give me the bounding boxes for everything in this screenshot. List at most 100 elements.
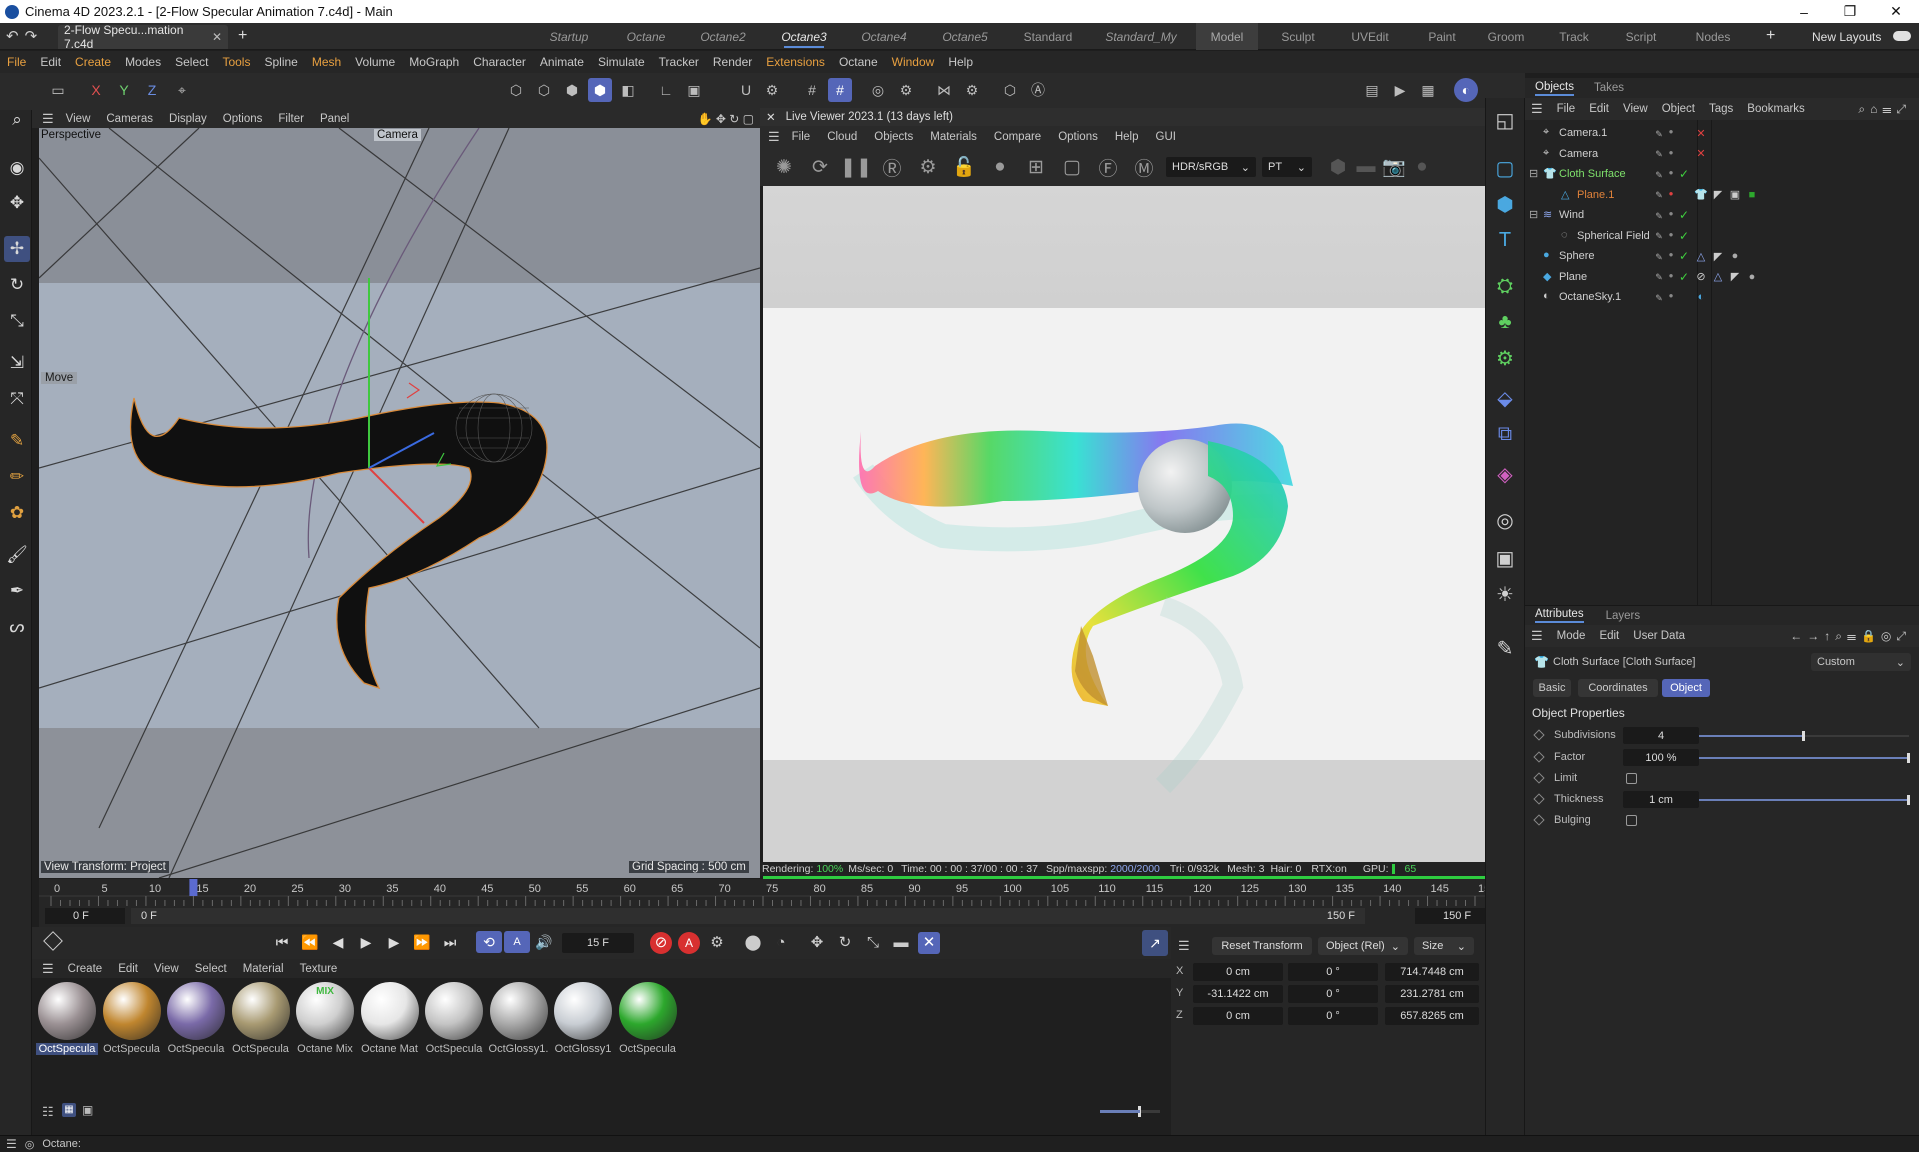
kernel-select[interactable]: PT ⌄	[1262, 157, 1312, 177]
render-to-picture-viewer-icon[interactable]: ▶	[1388, 78, 1412, 102]
coord-size-field[interactable]: 231.2781 cm	[1385, 985, 1479, 1003]
viewport-menu-cameras[interactable]: Cameras	[106, 113, 153, 125]
viewport-menu-filter[interactable]: Filter	[278, 113, 304, 125]
render-settings-clapper-icon[interactable]: ▦	[1416, 78, 1440, 102]
visibility-dots-icon[interactable]: ●	[1665, 188, 1677, 200]
next-key-icon[interactable]: ⏩	[408, 934, 436, 951]
viewport-nav-icons[interactable]: ✋ ✥ ↻ ▢	[698, 112, 754, 126]
maximize-button[interactable]: ❐	[1827, 0, 1873, 23]
material-swatch[interactable]: OctGlossy1	[552, 980, 614, 1055]
subtab-coordinates[interactable]: Coordinates	[1578, 679, 1658, 697]
live-viewer-render[interactable]	[763, 186, 1485, 862]
material-menu-icon[interactable]: ☰	[42, 961, 54, 977]
timeline[interactable]: 0 5 10 15 20 25 30 35 40 45 50 55 60 65 70 75 80 85 90 95 10…	[39, 879, 1485, 927]
viewport-menu-display[interactable]: Display	[169, 113, 207, 125]
undo-icon[interactable]: ↶	[6, 27, 19, 45]
light-icon[interactable]: ☀	[1491, 580, 1519, 608]
keyframe-diamond-icon[interactable]	[1533, 751, 1545, 763]
lv-menu-objects[interactable]: Objects	[874, 131, 913, 143]
color-space-select[interactable]: HDR/sRGB ⌄	[1166, 157, 1256, 177]
lv-menu-cloud[interactable]: Cloud	[827, 131, 857, 143]
limit-checkbox[interactable]	[1626, 773, 1637, 784]
object-row[interactable]: ◆ Plane ✎ ● ✓ ⊘ △ ◤ ●	[1525, 268, 1919, 288]
live-selection-icon[interactable]: ◉	[4, 155, 30, 181]
axis-mode-icon[interactable]: ∟	[654, 78, 678, 102]
menu-animate[interactable]: Animate	[533, 55, 591, 69]
enabled-check-icon[interactable]: ✓	[1678, 167, 1690, 181]
octane-icon[interactable]: ⬡	[998, 78, 1022, 102]
layout-tab-sculpt[interactable]: Sculpt	[1268, 23, 1328, 50]
live-viewer-menu-icon[interactable]: ☰	[768, 129, 780, 145]
lv-menu-file[interactable]: File	[792, 131, 811, 143]
select-tool-icon[interactable]: ✥	[4, 190, 30, 216]
object-tag-icon[interactable]: ✕	[1695, 148, 1707, 160]
object-manager-menu-icon[interactable]: ☰	[1531, 101, 1543, 117]
material-swatch[interactable]: OctGlossy1.	[488, 980, 550, 1055]
focus-picker-icon[interactable]: ▢	[1054, 156, 1090, 179]
playback-rate-button[interactable]: A	[504, 931, 530, 953]
visibility-dots-icon[interactable]: ●	[1665, 290, 1677, 302]
material-swatch[interactable]: OctSpecula	[230, 980, 292, 1055]
mat-menu-create[interactable]: Create	[68, 963, 103, 975]
menu-volume[interactable]: Volume	[348, 55, 402, 69]
layout-tab-uvedit[interactable]: UVEdit	[1338, 23, 1402, 50]
minimize-button[interactable]: –	[1781, 0, 1827, 23]
object-name[interactable]: OctaneSky.1	[1559, 291, 1621, 303]
perspective-viewport[interactable]: Perspective Camera Move View Transform: …	[39, 128, 760, 878]
om-menu-file[interactable]: File	[1557, 103, 1576, 115]
material-picker-icon[interactable]: Ⓜ	[1126, 154, 1162, 181]
material-swatch[interactable]: OctSpecula	[101, 980, 163, 1055]
visibility-dots-icon[interactable]: ●	[1665, 270, 1677, 282]
layout-tab-octane[interactable]: Octane	[620, 23, 672, 50]
coordinate-system-icon[interactable]: ⌖	[170, 78, 194, 102]
grid-view-button[interactable]: ▦	[62, 1103, 76, 1117]
deformer-icon[interactable]: ⬙	[1491, 384, 1519, 412]
keyframe-diamond-icon[interactable]	[1533, 793, 1545, 805]
keyframe-diamond-icon[interactable]	[1533, 772, 1545, 784]
enabled-check-icon[interactable]: ✓	[1678, 208, 1690, 222]
preset-select[interactable]: Custom ⌄	[1811, 653, 1911, 671]
loop-button[interactable]: ⟲	[476, 931, 502, 953]
object-row[interactable]: ⊟ ≋ Wind ✎ ● ✓	[1525, 206, 1919, 226]
bulging-checkbox[interactable]	[1626, 815, 1637, 826]
material-swatch[interactable]: MIX Octane Mix	[294, 980, 356, 1055]
enabled-check-icon[interactable]: ✓	[1678, 249, 1690, 263]
layout-tab-standard[interactable]: Standard	[1018, 23, 1078, 50]
measure-tool-icon[interactable]: ✒	[4, 578, 30, 604]
record-icon[interactable]: ●	[1408, 156, 1436, 178]
mat-menu-texture[interactable]: Texture	[300, 963, 338, 975]
layer-edit-icon[interactable]: ✎	[1653, 251, 1665, 263]
tab-attributes[interactable]: Attributes	[1535, 608, 1584, 623]
symmetry-icon[interactable]: ⋈	[932, 78, 956, 102]
visibility-dots-icon[interactable]: ●	[1665, 208, 1677, 220]
effector-icon[interactable]: ⚙	[1491, 344, 1519, 372]
coord-rot-field[interactable]: 0 °	[1288, 963, 1378, 981]
at-menu-mode[interactable]: Mode	[1557, 630, 1586, 642]
object-tag-icon[interactable]: △	[1695, 250, 1707, 263]
mat-menu-material[interactable]: Material	[243, 963, 284, 975]
object-tag-icon[interactable]: ●	[1729, 250, 1741, 262]
layout-tab-script[interactable]: Script	[1612, 23, 1670, 50]
menu-edit[interactable]: Edit	[33, 55, 68, 69]
tab-takes[interactable]: Takes	[1594, 82, 1624, 94]
points-mode-icon[interactable]: ⬡	[504, 78, 528, 102]
coord-menu-icon[interactable]: ☰	[1178, 938, 1190, 954]
layout-tab-model[interactable]: Model	[1196, 23, 1258, 50]
subdivisions-input[interactable]: 4	[1623, 727, 1699, 744]
object-name[interactable]: Spherical Field	[1577, 230, 1650, 242]
viewport-menu-panel[interactable]: Panel	[320, 113, 349, 125]
camera-object-icon[interactable]: ▣	[1491, 544, 1519, 572]
list-view-icon[interactable]: ☷	[42, 1104, 54, 1120]
send-scene-icon[interactable]: ✺	[766, 156, 802, 179]
menu-file[interactable]: File	[0, 55, 33, 69]
workplane-icon[interactable]: ▣	[682, 78, 706, 102]
octane-live-viewer-button[interactable]: ◐	[1454, 78, 1478, 102]
layout-tab-nodes[interactable]: Nodes	[1682, 23, 1744, 50]
om-menu-edit[interactable]: Edit	[1589, 103, 1609, 115]
menu-window[interactable]: Window	[885, 55, 942, 69]
object-tag-icon[interactable]: ◤	[1712, 250, 1724, 263]
object-row[interactable]: ⌖ Camera.1 ✎ ● ✕	[1525, 124, 1919, 144]
menu-tracker[interactable]: Tracker	[652, 55, 706, 69]
keyframe-selection-icon[interactable]: ⬤	[742, 932, 764, 954]
close-button[interactable]: ✕	[1873, 0, 1919, 23]
